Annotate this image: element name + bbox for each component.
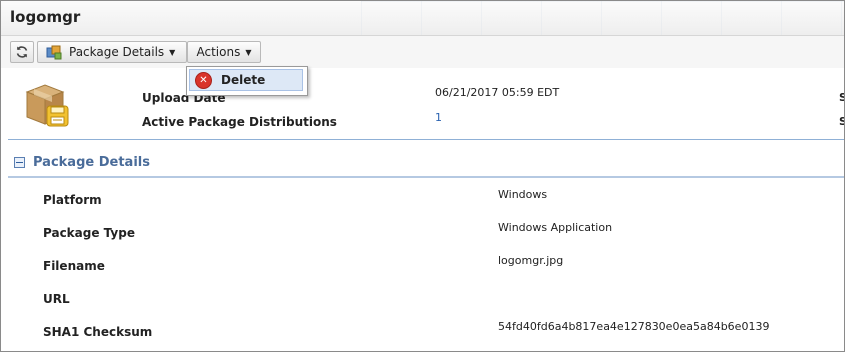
title-bar: logomgr bbox=[1, 1, 844, 36]
detail-value-filename: logomgr.jpg bbox=[498, 254, 564, 267]
package-details-section-header[interactable]: Package Details bbox=[8, 149, 844, 175]
page-title: logomgr bbox=[10, 8, 81, 26]
detail-value-platform: Windows bbox=[498, 188, 548, 201]
active-distributions-link[interactable]: 1 bbox=[435, 111, 442, 124]
package-details-label: Package Details bbox=[69, 45, 165, 59]
detail-label-filename: Filename bbox=[43, 259, 105, 273]
truncated-label: S bbox=[839, 91, 844, 104]
package-details-icon bbox=[46, 45, 62, 59]
detail-value-sha1: 54fd40fd6a4b817ea4e127830e0ea5a84b6e0139 bbox=[498, 320, 770, 333]
actions-label: Actions bbox=[196, 45, 241, 59]
actions-menu: ✕ Delete bbox=[186, 66, 308, 96]
refresh-button[interactable] bbox=[10, 41, 34, 63]
package-summary: Upload Date 06/21/2017 05:59 EDT Active … bbox=[1, 68, 844, 140]
delete-icon: ✕ bbox=[195, 71, 212, 89]
package-box-icon bbox=[25, 84, 69, 127]
chevron-down-icon: ▼ bbox=[245, 47, 252, 57]
toolbar: Package Details ▼ Actions ▼ bbox=[1, 36, 844, 68]
menu-item-delete[interactable]: ✕ Delete bbox=[189, 69, 303, 91]
divider bbox=[8, 139, 844, 140]
actions-dropdown[interactable]: Actions ▼ bbox=[187, 41, 261, 63]
detail-label-platform: Platform bbox=[43, 193, 102, 207]
section-title: Package Details bbox=[33, 154, 150, 170]
truncated-label: S bbox=[839, 115, 844, 128]
detail-label-package-type: Package Type bbox=[43, 226, 135, 240]
collapse-icon[interactable] bbox=[14, 156, 25, 168]
chevron-down-icon: ▼ bbox=[169, 47, 176, 57]
active-distributions-label: Active Package Distributions bbox=[142, 115, 337, 129]
detail-label-sha1: SHA1 Checksum bbox=[43, 325, 153, 339]
detail-label-url: URL bbox=[43, 292, 70, 306]
upload-date-value: 06/21/2017 05:59 EDT bbox=[435, 86, 560, 99]
refresh-icon bbox=[16, 46, 28, 58]
menu-item-label: Delete bbox=[221, 73, 266, 87]
title-bar-pattern bbox=[361, 1, 844, 35]
package-details-dropdown[interactable]: Package Details ▼ bbox=[37, 41, 187, 63]
section-divider bbox=[8, 176, 844, 178]
detail-value-package-type: Windows Application bbox=[498, 221, 613, 234]
app-window: logomgr Package Details ▼ Actions ▼ ✕ De… bbox=[0, 0, 845, 352]
